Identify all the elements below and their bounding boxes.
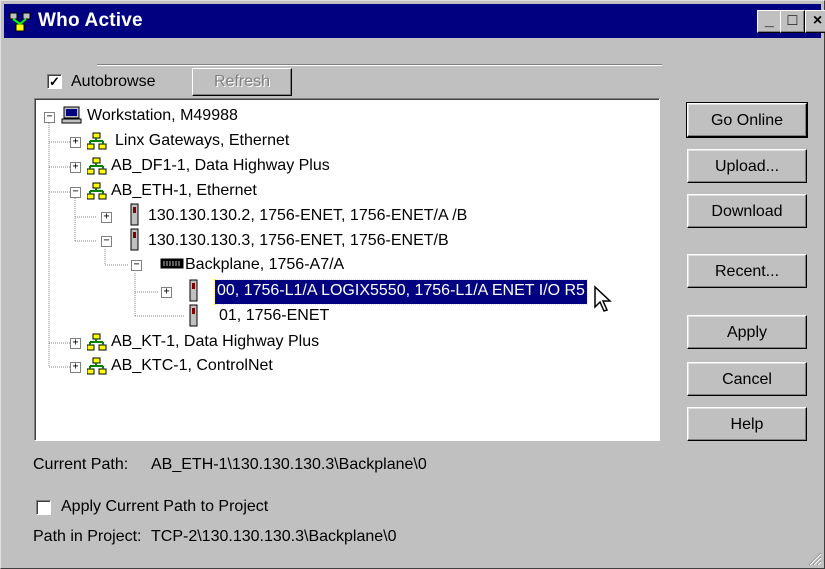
backplane-icon (160, 258, 184, 269)
module-icon (189, 279, 198, 302)
tree-item-ab-kt[interactable]: AB_KT-1, Data Highway Plus (111, 331, 319, 355)
network-icon (87, 132, 107, 150)
apply-button[interactable]: Apply (687, 315, 807, 349)
upload-button[interactable]: Upload... (687, 149, 807, 183)
apply-current-path-checkbox[interactable] (36, 500, 51, 515)
expand-toggle[interactable]: + (70, 162, 81, 173)
collapse-toggle[interactable]: − (70, 187, 81, 198)
window-title: Who Active (38, 10, 143, 31)
apply-current-path-label: Apply Current Path to Project (61, 498, 269, 515)
group-separator (97, 64, 662, 66)
expand-toggle[interactable]: + (161, 287, 172, 298)
collapse-toggle[interactable]: − (101, 236, 112, 247)
path-in-project-label: Path in Project: (33, 528, 142, 545)
title-bar[interactable]: Who Active _ □ × (4, 4, 825, 38)
autobrowse-checkbox[interactable]: ✓ (47, 74, 62, 89)
who-active-window: Who Active _ □ × ✓ Autobrowse Refresh − … (0, 0, 825, 569)
network-icon (87, 182, 107, 200)
tree-item-slot-01[interactable]: 01, 1756-ENET (219, 305, 329, 329)
tree-item-backplane[interactable]: Backplane, 1756-A7/A (185, 254, 344, 278)
path-in-project-value: TCP-2\130.130.130.3\Backplane\0 (151, 528, 397, 545)
tree-item-linx-gateways[interactable]: Linx Gateways, Ethernet (115, 130, 289, 154)
expand-toggle[interactable]: + (70, 137, 81, 148)
network-icon (87, 357, 107, 375)
module-icon (130, 203, 139, 226)
tree-item-enet-2[interactable]: 130.130.130.2, 1756-ENET, 1756-ENET/A /B (148, 205, 467, 229)
close-button[interactable]: × (805, 10, 825, 33)
tree-item-ab-df1[interactable]: AB_DF1-1, Data Highway Plus (111, 155, 330, 179)
tree-item-workstation[interactable]: Workstation, M49988 (87, 105, 238, 129)
network-icon (87, 333, 107, 351)
download-button[interactable]: Download (687, 194, 807, 228)
resize-grip-icon[interactable] (806, 550, 822, 566)
module-icon (189, 304, 198, 327)
expand-toggle[interactable]: + (70, 338, 81, 349)
tree-item-enet-3[interactable]: 130.130.130.3, 1756-ENET, 1756-ENET/B (148, 230, 449, 254)
network-tree[interactable]: − Workstation, M49988 + Linx Gateways, E… (34, 98, 660, 441)
collapse-toggle[interactable]: − (131, 260, 142, 271)
minimize-button[interactable]: _ (757, 10, 782, 33)
help-button[interactable]: Help (687, 407, 807, 441)
tree-item-ab-eth[interactable]: AB_ETH-1, Ethernet (111, 180, 257, 204)
network-icon (87, 157, 107, 175)
workstation-icon (61, 106, 82, 124)
maximize-button[interactable]: □ (780, 10, 805, 33)
expand-toggle[interactable]: + (70, 362, 81, 373)
expand-toggle[interactable]: + (101, 212, 112, 223)
cancel-button[interactable]: Cancel (687, 362, 807, 396)
refresh-button[interactable]: Refresh (192, 68, 292, 96)
recent-button[interactable]: Recent... (687, 254, 807, 288)
module-icon (130, 228, 139, 251)
current-path-value: AB_ETH-1\130.130.130.3\Backplane\0 (151, 456, 427, 473)
tree-item-ab-ktc[interactable]: AB_KTC-1, ControlNet (111, 355, 273, 379)
refresh-label: Refresh (213, 73, 271, 90)
go-online-button[interactable]: Go Online (686, 102, 808, 138)
network-app-icon (9, 12, 31, 32)
autobrowse-label: Autobrowse (71, 73, 156, 90)
mouse-cursor-icon (594, 285, 612, 312)
current-path-label: Current Path: (33, 456, 129, 473)
collapse-toggle[interactable]: − (44, 112, 55, 123)
tree-item-logix5550[interactable]: 00, 1756-L1/A LOGIX5550, 1756-L1/A ENET … (214, 279, 588, 305)
